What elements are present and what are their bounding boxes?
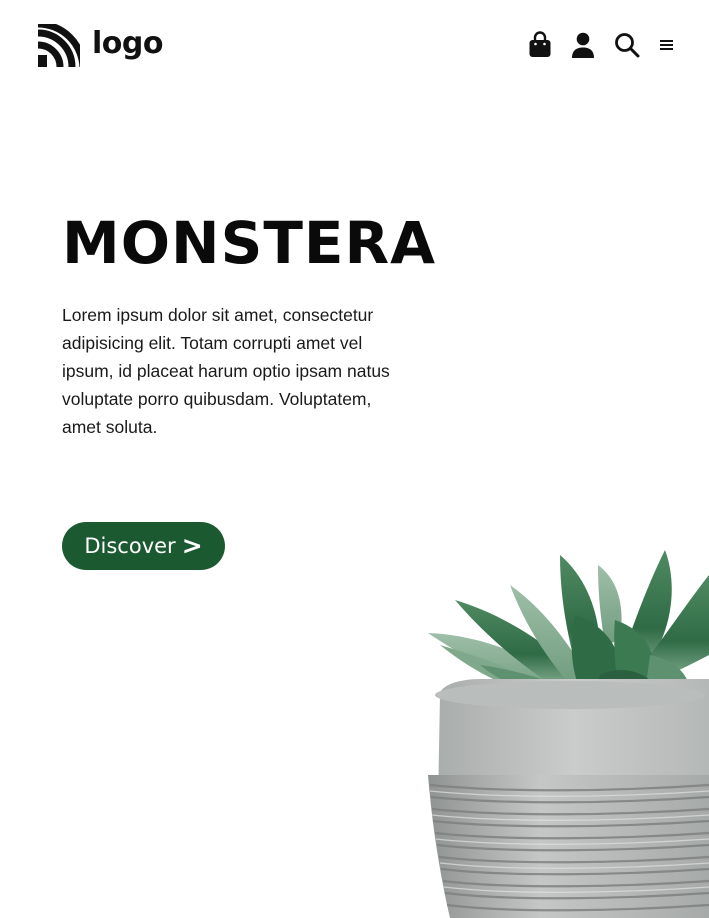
logo[interactable]: logo — [38, 24, 163, 67]
discover-button[interactable]: Discover > — [62, 522, 225, 570]
chevron-right-icon: > — [181, 530, 203, 560]
logo-text: logo — [92, 25, 163, 61]
menu-icon[interactable] — [659, 38, 675, 52]
header: logo — [0, 0, 709, 92]
user-icon[interactable] — [571, 32, 595, 58]
hero-title: MONSTERA — [62, 209, 437, 277]
hero-description: Lorem ipsum dolor sit amet, consectetur … — [62, 305, 390, 437]
logo-mark-icon — [38, 24, 80, 67]
header-icons — [528, 31, 675, 59]
page: logo MONSTERA Lorem ipsum dolor sit amet… — [0, 0, 709, 918]
search-icon[interactable] — [614, 32, 640, 58]
discover-button-label: Discover — [84, 534, 176, 558]
shopping-bag-icon[interactable] — [528, 31, 552, 59]
succulent-plant-image — [428, 550, 709, 918]
